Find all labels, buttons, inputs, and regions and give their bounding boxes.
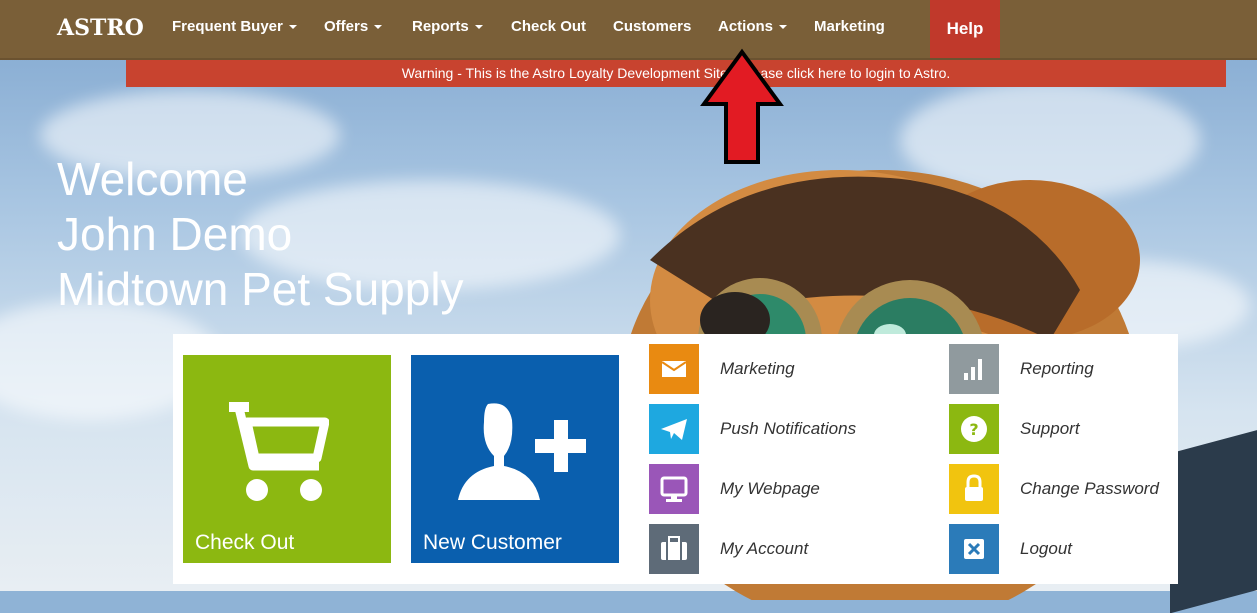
nav-reports-label: Reports — [412, 18, 469, 35]
nav-offers[interactable]: Offers — [324, 18, 383, 35]
help-button[interactable]: Help — [930, 0, 1000, 58]
bar-chart-icon — [949, 344, 999, 394]
quick-link-my-webpage[interactable]: My Webpage — [649, 464, 869, 514]
quick-link-logout-label: Logout — [1020, 539, 1072, 558]
nav-marketing-label: Marketing — [814, 18, 885, 35]
nav-frequent-buyer-label: Frequent Buyer — [172, 18, 283, 35]
briefcase-icon — [649, 524, 699, 574]
roof-edge — [1170, 426, 1257, 613]
quick-link-push-notifications-label: Push Notifications — [720, 419, 857, 438]
dev-site-warning-banner[interactable]: Warning - This is the Astro Loyalty Deve… — [126, 60, 1226, 87]
new-customer-tile[interactable]: New Customer — [411, 355, 619, 563]
quick-link-logout[interactable]: Logout — [949, 524, 1169, 574]
quick-link-my-account[interactable]: My Account — [649, 524, 869, 574]
chevron-down-icon — [474, 25, 483, 30]
monitor-icon — [649, 464, 699, 514]
quick-link-my-account-label: My Account — [720, 539, 809, 558]
quick-link-my-webpage-label: My Webpage — [720, 479, 820, 498]
nav-check-out-label: Check Out — [511, 18, 587, 35]
welcome-line: Welcome — [57, 153, 248, 205]
svg-text:?: ? — [969, 420, 978, 439]
chevron-down-icon — [288, 25, 297, 30]
quick-link-change-password-label: Change Password — [1020, 479, 1159, 498]
nav-frequent-buyer[interactable]: Frequent Buyer — [172, 18, 297, 35]
quick-link-push-notifications[interactable]: Push Notifications — [649, 404, 869, 454]
nav-marketing[interactable]: Marketing — [814, 18, 885, 35]
add-user-icon — [458, 403, 586, 500]
check-out-tile[interactable]: Check Out — [183, 355, 391, 563]
quick-link-marketing-label: Marketing — [720, 359, 795, 378]
nav-check-out[interactable]: Check Out — [511, 18, 586, 35]
nav-reports[interactable]: Reports — [412, 18, 483, 35]
check-out-tile-label: Check Out — [195, 531, 295, 554]
top-navbar: ASTRO Frequent Buyer Offers Reports Chec… — [0, 0, 1257, 60]
nav-offers-label: Offers — [324, 18, 369, 35]
quick-link-reporting[interactable]: Reporting — [949, 344, 1169, 394]
nav-actions[interactable]: Actions — [718, 18, 788, 35]
paper-plane-icon — [649, 404, 699, 454]
annotation-arrow-up-icon — [700, 48, 784, 164]
nav-actions-label: Actions — [718, 18, 774, 35]
cart-icon — [229, 402, 329, 501]
user-name: John Demo — [57, 208, 293, 260]
welcome-heading: Welcome John Demo Midtown Pet Supply — [57, 152, 464, 317]
question-icon: ? — [949, 404, 999, 454]
quick-link-reporting-label: Reporting — [1020, 359, 1094, 378]
lock-icon — [949, 464, 999, 514]
new-customer-tile-label: New Customer — [423, 531, 562, 554]
chevron-down-icon — [779, 25, 788, 30]
envelope-icon — [649, 344, 699, 394]
nav-customers-label: Customers — [613, 18, 692, 35]
nav-customers[interactable]: Customers — [613, 18, 691, 35]
close-box-icon — [949, 524, 999, 574]
quick-link-support[interactable]: ? Support — [949, 404, 1169, 454]
store-name: Midtown Pet Supply — [57, 263, 464, 315]
quick-link-support-label: Support — [1020, 419, 1080, 438]
quick-link-change-password[interactable]: Change Password — [949, 464, 1169, 514]
quick-link-marketing[interactable]: Marketing — [649, 344, 869, 394]
astro-logo[interactable]: ASTRO — [57, 15, 144, 41]
chevron-down-icon — [374, 25, 383, 30]
